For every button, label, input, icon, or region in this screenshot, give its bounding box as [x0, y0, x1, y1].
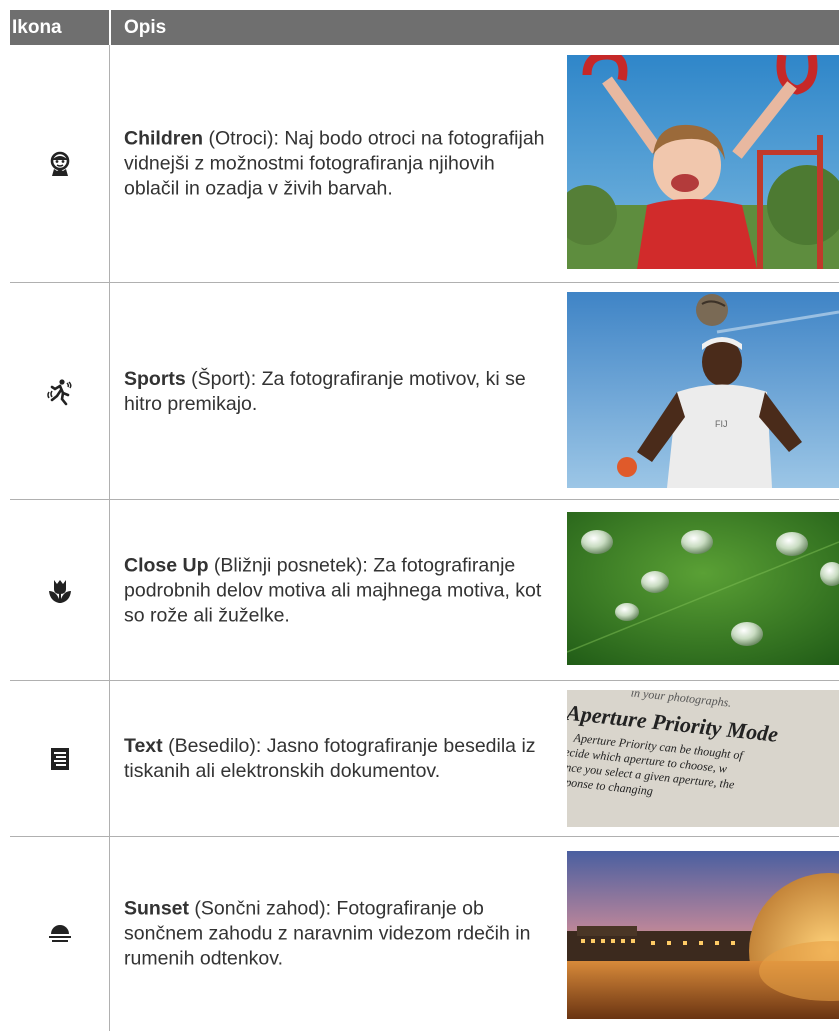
table-row: Sports (Šport): Za fotografiranje motivo… [10, 283, 839, 500]
child-face-icon [50, 151, 69, 176]
sunset-icon [48, 925, 71, 942]
icon-cell [10, 283, 109, 500]
row-description: Sports (Šport): Za fotografiranje motivo… [124, 367, 554, 417]
row-description: Sunset (Sončni zahod): Fotografiranje ob… [124, 897, 554, 972]
tulip-flower-icon [48, 579, 71, 603]
mode-name: Sunset [124, 897, 190, 920]
row-description: Text (Besedilo): Jasno fotografiranje be… [124, 734, 554, 784]
example-photo-text: in your photographs. Aperture Priority M… [567, 690, 839, 827]
example-photo-sunset [567, 851, 839, 1019]
example-photo-closeup [567, 512, 839, 665]
table-row: Children (Otroci): Naj bodo otroci na fo… [10, 45, 839, 283]
header-separator [109, 10, 111, 45]
mode-name: Close Up [124, 554, 209, 576]
svg-text:FIJ: FIJ [715, 419, 728, 429]
mode-name: Text [124, 735, 163, 757]
mode-description: (Besedilo): Jasno fotografiranje besedil… [124, 735, 536, 782]
mode-name: Children [124, 127, 204, 150]
table-row: Text (Besedilo): Jasno fotografiranje be… [10, 681, 839, 837]
icon-cell [10, 500, 109, 681]
table-row: Sunset (Sončni zahod): Fotografiranje ob… [10, 837, 839, 1031]
table-row: Close Up (Bližnji posnetek): Za fotograf… [10, 500, 839, 681]
document-text-icon [50, 748, 69, 770]
icon-cell [10, 837, 109, 1031]
row-description: Close Up (Bližnji posnetek): Za fotograf… [124, 553, 554, 628]
icon-cell [10, 681, 109, 837]
table-header: Ikona Opis [10, 10, 839, 45]
mode-name: Sports [124, 367, 186, 390]
running-person-icon [46, 378, 72, 405]
example-photo-children [567, 55, 839, 269]
row-description: Children (Otroci): Naj bodo otroci na fo… [124, 127, 554, 202]
icon-cell [10, 45, 109, 283]
example-photo-sports: FIJ [567, 292, 839, 488]
header-icon-column: Ikona [12, 17, 62, 38]
header-description-column: Opis [124, 17, 167, 38]
